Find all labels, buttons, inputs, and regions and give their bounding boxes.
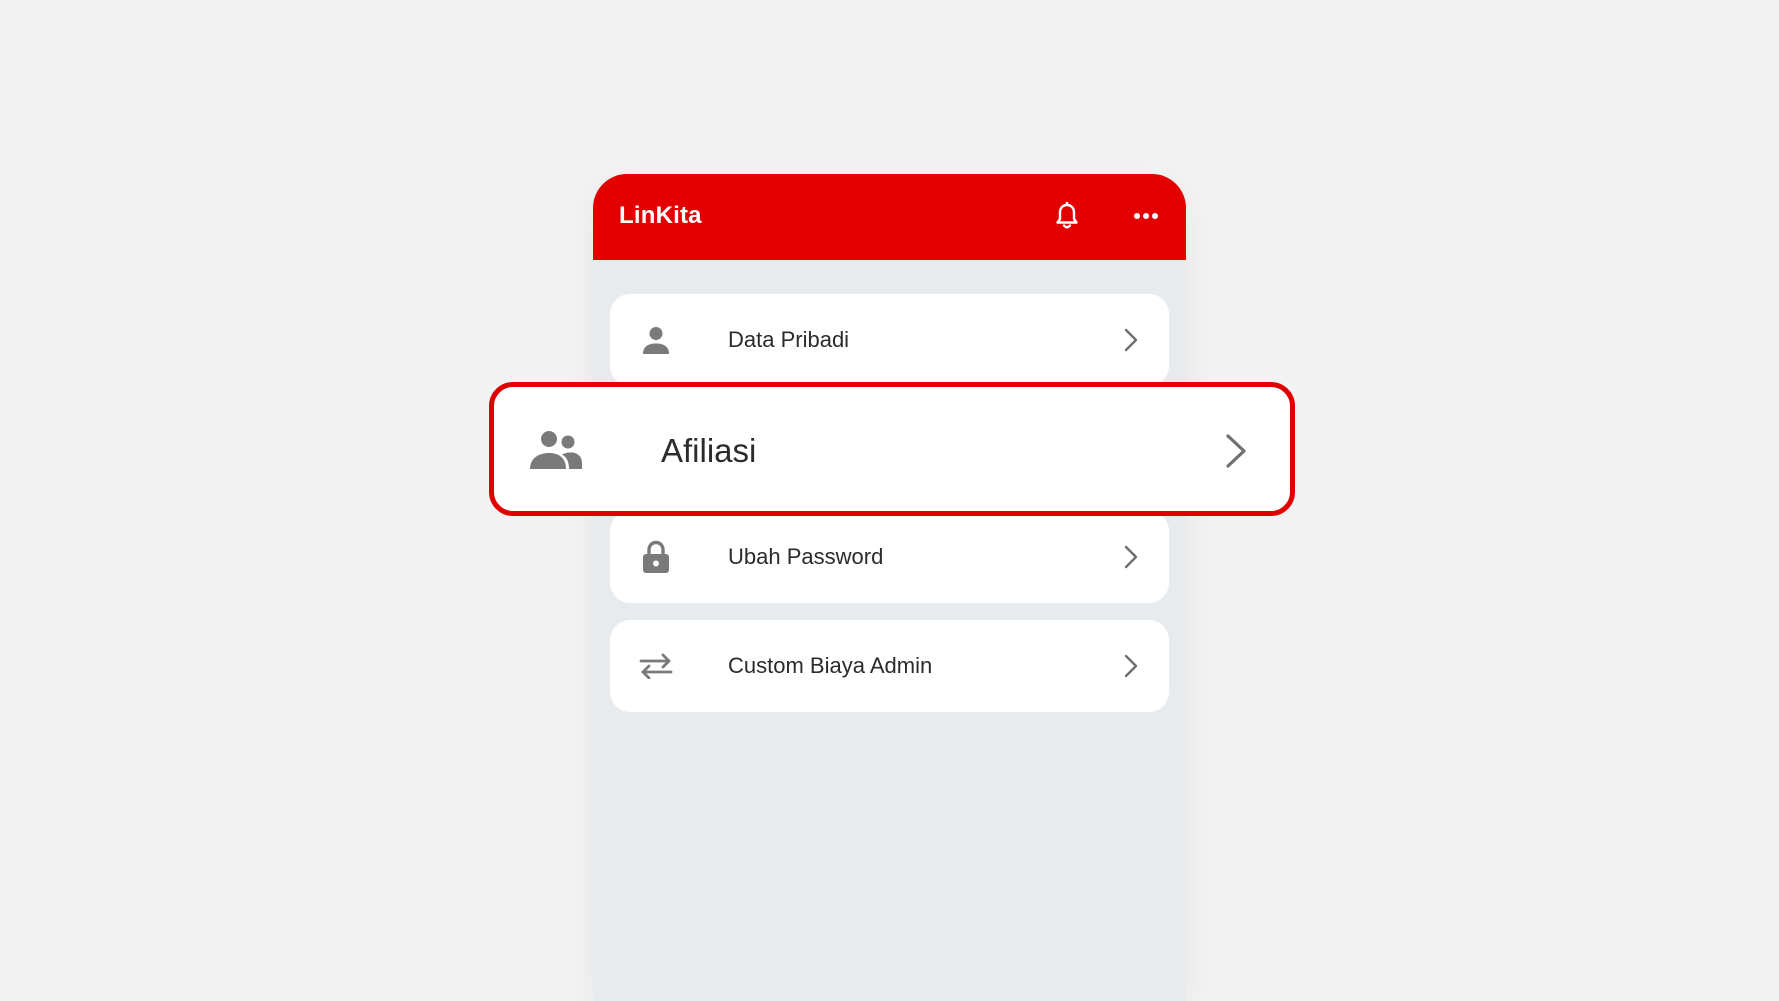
chevron-right-icon — [1121, 544, 1141, 570]
menu-item-label: Custom Biaya Admin — [728, 653, 933, 678]
bell-icon-glyph — [1056, 202, 1078, 229]
bell-icon[interactable] — [1050, 199, 1084, 233]
menu-item-data-pribadi[interactable]: Data Pribadi — [610, 294, 1169, 386]
chevron-right-icon — [1121, 653, 1141, 679]
menu-item-ubah-password[interactable]: Ubah Password — [610, 511, 1169, 603]
more-horizontal-icon-glyph — [1134, 213, 1158, 219]
app-title: LinKita — [619, 202, 702, 229]
person-icon — [638, 322, 674, 358]
group-icon — [529, 427, 583, 473]
menu-item-label: Ubah Password — [728, 544, 884, 569]
swap-arrows-icon — [638, 648, 674, 684]
menu-item-label: Data Pribadi — [728, 327, 850, 352]
chevron-right-icon — [1222, 431, 1250, 471]
chevron-right-icon — [1121, 327, 1141, 353]
more-horizontal-icon[interactable] — [1129, 199, 1163, 233]
phone-screen: LinKita Data Pribadi Ubah Password Custo… — [593, 174, 1186, 1001]
app-bar: LinKita — [593, 174, 1186, 260]
menu-item-custom-biaya-admin[interactable]: Custom Biaya Admin — [610, 620, 1169, 712]
menu-item-afiliasi[interactable]: Afiliasi — [489, 382, 1295, 516]
menu-item-label: Afiliasi — [661, 432, 757, 469]
lock-icon — [638, 539, 674, 575]
